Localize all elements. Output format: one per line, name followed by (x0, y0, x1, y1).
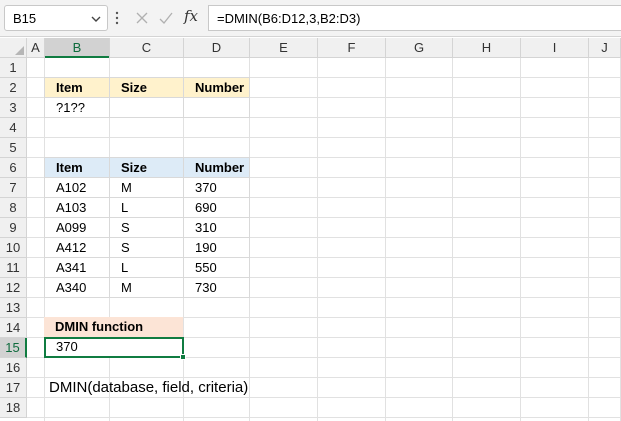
data-cell[interactable]: A412 (44, 237, 110, 258)
criteria-header-cell[interactable]: Size (109, 77, 184, 98)
data-cell[interactable]: A102 (44, 177, 110, 198)
formula-bar: B15 fx =DMIN(B6:D12,3,B2:D3) (0, 0, 621, 37)
gridline-vertical (588, 58, 589, 421)
row-header-16[interactable]: 16 (0, 358, 27, 378)
formula-text: =DMIN(B6:D12,3,B2:D3) (217, 11, 361, 26)
enter-check-icon[interactable] (158, 10, 174, 26)
data-header-cell[interactable]: Item (44, 157, 110, 178)
row-header-15[interactable]: 15 (0, 338, 27, 358)
row-header-12[interactable]: 12 (0, 278, 27, 298)
data-cell[interactable]: 550 (183, 257, 250, 278)
column-header-d[interactable]: D (184, 38, 250, 58)
row-header-10[interactable]: 10 (0, 238, 27, 258)
criteria-header-cell[interactable]: Number (183, 77, 250, 98)
row-header-18[interactable]: 18 (0, 398, 27, 418)
row-header-8[interactable]: 8 (0, 198, 27, 218)
dmin-function-label: DMIN function (44, 317, 183, 337)
column-header-a[interactable]: A (27, 38, 45, 58)
data-cell[interactable]: A340 (44, 277, 110, 298)
column-header-h[interactable]: H (453, 38, 521, 58)
data-cell[interactable]: 730 (183, 277, 250, 298)
data-cell[interactable]: M (109, 177, 184, 198)
column-header-b[interactable]: B (45, 38, 110, 58)
row-header-13[interactable]: 13 (0, 298, 27, 318)
data-cell[interactable]: A341 (44, 257, 110, 278)
row-header-2[interactable]: 2 (0, 78, 27, 98)
gridline-vertical (317, 58, 318, 421)
column-header-c[interactable]: C (110, 38, 184, 58)
row-header-11[interactable]: 11 (0, 258, 27, 278)
gridline-vertical (452, 58, 453, 421)
syntax-note: DMIN(database, field, criteria) (49, 379, 249, 396)
row-header-7[interactable]: 7 (0, 178, 27, 198)
column-header-e[interactable]: E (250, 38, 318, 58)
data-cell[interactable]: 370 (183, 177, 250, 198)
data-cell[interactable]: 310 (183, 217, 250, 238)
chevron-down-icon[interactable] (89, 12, 103, 26)
select-all-button[interactable] (0, 38, 27, 58)
gridline-horizontal (27, 377, 621, 378)
row-header-4[interactable]: 4 (0, 118, 27, 138)
data-header-cell[interactable]: Size (109, 157, 184, 178)
criteria-value-cell[interactable] (183, 97, 250, 118)
row-header-17[interactable]: 17 (0, 378, 27, 398)
criteria-header-cell[interactable]: Item (44, 77, 110, 98)
data-cell[interactable]: S (109, 217, 184, 238)
column-header-j[interactable]: J (589, 38, 621, 58)
column-header-f[interactable]: F (318, 38, 386, 58)
name-box[interactable]: B15 (4, 5, 108, 31)
gridline-horizontal (27, 397, 621, 398)
gridline-vertical (385, 58, 386, 421)
data-cell[interactable]: M (109, 277, 184, 298)
gridline-vertical (520, 58, 521, 421)
data-cell[interactable]: L (109, 257, 184, 278)
select-all-triangle-icon (15, 46, 24, 55)
row-header-14[interactable]: 14 (0, 318, 27, 338)
column-header-i[interactable]: I (521, 38, 589, 58)
row-header-6[interactable]: 6 (0, 158, 27, 178)
row-header-1[interactable]: 1 (0, 58, 27, 78)
data-cell[interactable]: S (109, 237, 184, 258)
gridline-horizontal (27, 417, 621, 418)
row-header-9[interactable]: 9 (0, 218, 27, 238)
data-cell[interactable]: A099 (44, 217, 110, 238)
row-header-5[interactable]: 5 (0, 138, 27, 158)
data-cell[interactable]: L (109, 197, 184, 218)
row-header-3[interactable]: 3 (0, 98, 27, 118)
active-cell-b15[interactable]: 370 (44, 337, 184, 358)
formula-input[interactable]: =DMIN(B6:D12,3,B2:D3) (208, 5, 621, 31)
more-options-icon[interactable] (115, 11, 119, 25)
gridline-horizontal (27, 137, 621, 138)
fill-handle[interactable] (180, 354, 186, 360)
data-cell[interactable]: 690 (183, 197, 250, 218)
data-cell[interactable]: A103 (44, 197, 110, 218)
column-header-g[interactable]: G (386, 38, 453, 58)
cancel-icon[interactable] (134, 10, 150, 26)
data-header-cell[interactable]: Number (183, 157, 250, 178)
name-box-value: B15 (13, 11, 37, 26)
data-cell[interactable]: 190 (183, 237, 250, 258)
criteria-value-cell[interactable]: ?1?? (44, 97, 110, 118)
criteria-value-cell[interactable] (109, 97, 184, 118)
insert-function-icon[interactable]: fx (184, 7, 198, 25)
